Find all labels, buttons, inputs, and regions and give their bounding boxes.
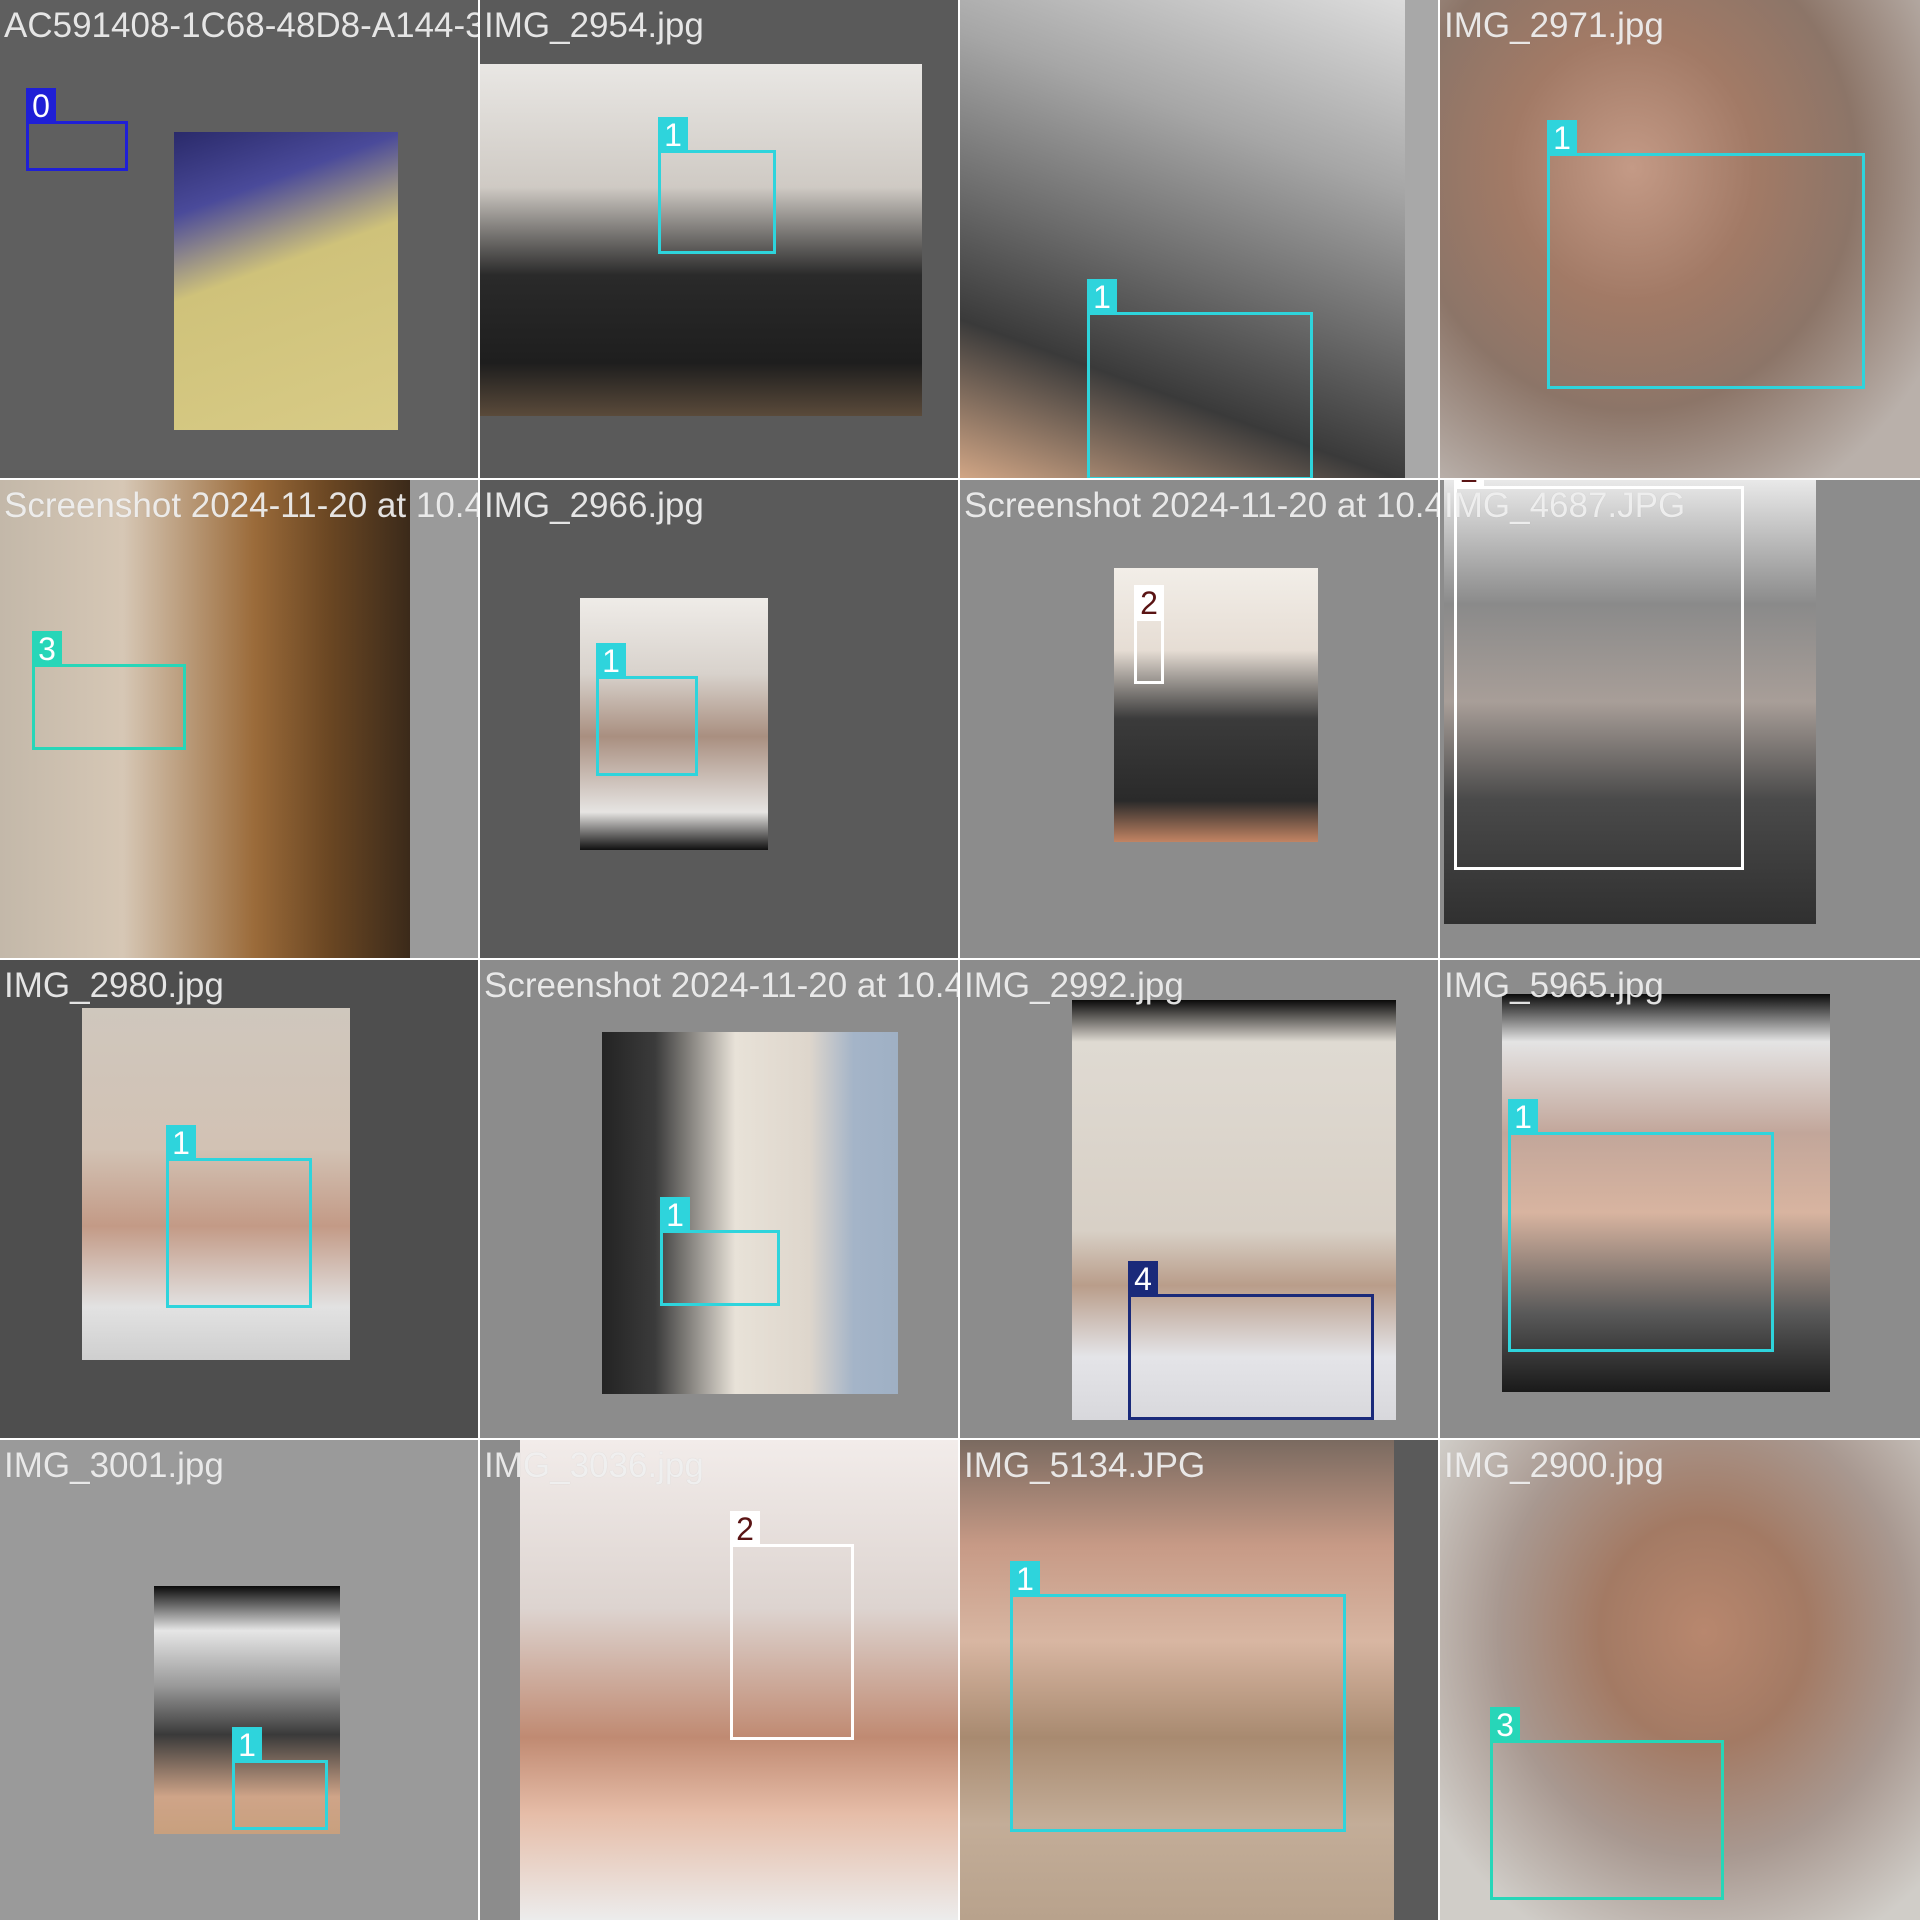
class-label-badge: 1 — [660, 1197, 690, 1233]
class-label-badge: 2 — [730, 1511, 760, 1547]
bounding-box: 1 — [1547, 120, 1865, 389]
filename-label: Screenshot 2024-11-20 at 10.49.34 PM.jpg — [4, 486, 480, 525]
bounding-box: 2 — [730, 1511, 854, 1740]
filename-label: IMG_2966.jpg — [484, 486, 704, 525]
bounding-box: 2 — [1454, 480, 1744, 870]
filename-label: IMG_3001.jpg — [4, 1446, 224, 1485]
class-label-badge: 0 — [26, 88, 56, 124]
mosaic-tile: 2 Screenshot 2024-11-20 at 10.49.09 PM.jp… — [960, 480, 1440, 960]
bounding-box: 4 — [1128, 1261, 1374, 1420]
mosaic-tile: 1 IMG_2971.jpg — [1440, 0, 1920, 480]
bounding-box: 1 — [596, 643, 698, 776]
filename-label: AC591408-1C68-48D8-A144-36C8299E3F65-49A… — [4, 6, 478, 45]
class-label-badge: 3 — [32, 631, 62, 667]
bounding-box: 1 — [1010, 1561, 1346, 1832]
mosaic-tile: 0 AC591408-1C68-48D8-A144-36C8299E3F65-49… — [0, 0, 480, 480]
class-label-badge: 1 — [1010, 1561, 1040, 1597]
mosaic-tile: 4 IMG_2992.jpg — [960, 960, 1440, 1440]
bounding-box: 1 — [660, 1197, 780, 1306]
class-label-badge: 4 — [1128, 1261, 1158, 1297]
class-label-badge: 3 — [1490, 1707, 1520, 1743]
class-label-badge: 1 — [1087, 279, 1117, 315]
filename-label: IMG_2980.jpg — [4, 966, 224, 1005]
mosaic-tile: 1 IMG_2966.jpg — [480, 480, 960, 960]
photo — [174, 132, 398, 430]
class-label-badge: 1 — [232, 1727, 262, 1763]
filename-label: IMG_2954.jpg — [484, 6, 704, 45]
bounding-box: 1 — [658, 117, 776, 254]
class-label-badge: 1 — [166, 1125, 196, 1161]
mosaic-tile: 3 Screenshot 2024-11-20 at 10.49.34 PM.jp… — [0, 480, 480, 960]
filename-label: IMG_3036.jpg — [484, 1446, 704, 1485]
mosaic-tile: 1 IMG_5965.jpg — [1440, 960, 1920, 1440]
bounding-box: 3 — [32, 631, 186, 750]
bounding-box: 2 — [1134, 585, 1164, 684]
mosaic-tile: 2IMG_4687.JPG — [1440, 480, 1920, 960]
mosaic-tile: 2 IMG_3036.jpg — [480, 1440, 960, 1920]
filename-label: Screenshot 2024-11-20 at 10.49.09 PM.jpg — [484, 966, 960, 1005]
bounding-box: 3 — [1490, 1707, 1724, 1900]
filename-label: Screenshot 2024-11-20 at 10.49.09 PM.jpg — [964, 486, 1440, 525]
mosaic-tile: 1 Screenshot 2024-11-20 at 10.49.09 PM.jp… — [480, 960, 960, 1440]
bounding-box: 1 — [1508, 1099, 1774, 1352]
mosaic-tile: 1 IMG_5134.JPG — [960, 1440, 1440, 1920]
bounding-box: 0 — [26, 88, 128, 171]
mosaic-tile: 3 IMG_2900.jpg — [1440, 1440, 1920, 1920]
filename-label: IMG_2992.jpg — [964, 966, 1184, 1005]
class-label-badge: 2 — [1134, 585, 1164, 621]
bounding-box: 1 — [1087, 279, 1313, 478]
mosaic-tile: 1 IMG_2954.jpg — [480, 0, 960, 480]
mosaic-tile: 1 — [960, 0, 1440, 480]
filename-label: IMG_2900.jpg — [1444, 1446, 1664, 1485]
filename-label: IMG_5965.jpg — [1444, 966, 1664, 1005]
image-mosaic: 0 AC591408-1C68-48D8-A144-36C8299E3F65-49… — [0, 0, 1920, 1920]
class-label-badge: 1 — [658, 117, 688, 153]
bounding-box: 1 — [166, 1125, 312, 1308]
filename-label: IMG_5134.JPG — [964, 1446, 1206, 1485]
mosaic-tile: 1 IMG_3001.jpg — [0, 1440, 480, 1920]
mosaic-tile: 1 IMG_2980.jpg — [0, 960, 480, 1440]
photo — [602, 1032, 898, 1394]
class-label-badge: 1 — [1508, 1099, 1538, 1135]
filename-label: IMG_4687.JPG — [1444, 486, 1686, 525]
bounding-box: 1 — [232, 1727, 328, 1830]
class-label-badge: 1 — [1547, 120, 1577, 156]
class-label-badge: 1 — [596, 643, 626, 679]
filename-label: IMG_2971.jpg — [1444, 6, 1664, 45]
